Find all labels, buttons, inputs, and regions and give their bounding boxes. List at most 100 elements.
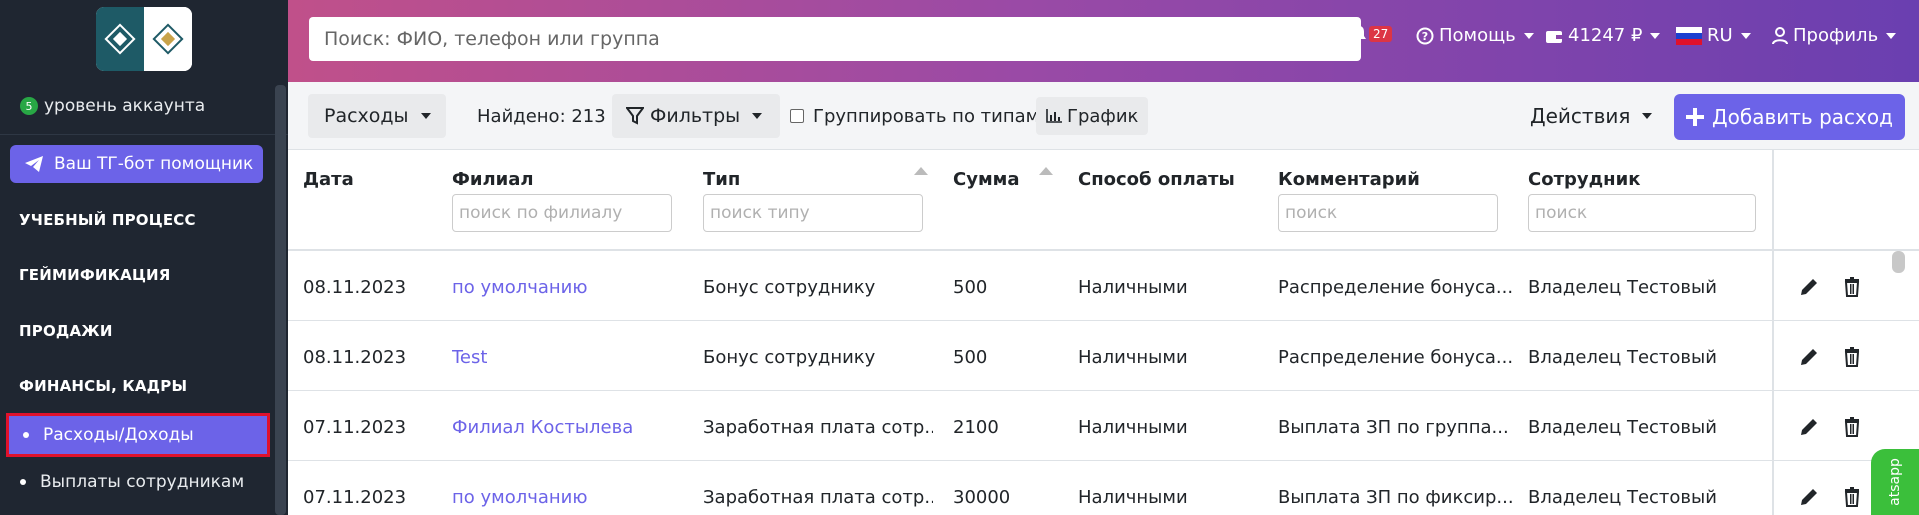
language-menu[interactable]: RU [1676, 25, 1751, 46]
cell-type: Заработная плата сотр... [703, 417, 933, 438]
language-label: RU [1707, 25, 1733, 46]
group-by-types-toggle[interactable]: Группировать по типам [790, 94, 1039, 138]
column-header-payment-method[interactable]: Способ оплаты [1078, 169, 1235, 190]
notifications-count: 27 [1369, 26, 1393, 42]
cell-comment: Распределение бонуса... [1278, 347, 1513, 368]
whatsapp-widget[interactable]: atsapp [1871, 449, 1919, 515]
trash-icon[interactable] [1840, 485, 1864, 509]
table-row[interactable]: 07.11.2023 Филиал Костылева Заработная п… [288, 391, 1919, 461]
cell-branch-link[interactable]: по умолчанию [452, 277, 588, 298]
account-level-label: уровень аккаунта [44, 96, 206, 116]
pencil-icon[interactable] [1797, 485, 1821, 509]
svg-text:?: ? [1422, 30, 1428, 43]
cell-type: Бонус сотруднику [703, 277, 876, 298]
cell-amount: 2100 [953, 417, 999, 438]
sidebar-item-label: Расходы/Доходы [43, 425, 194, 445]
sort-arrow-icon[interactable] [1039, 167, 1053, 175]
tg-bot-button[interactable]: Ваш ТГ-бот помощник [10, 145, 263, 183]
balance-menu[interactable]: 41247 ₽ [1545, 25, 1661, 46]
column-header-type[interactable]: Тип [703, 169, 740, 190]
table-row[interactable]: 08.11.2023 по умолчанию Бонус сотруднику… [288, 251, 1919, 321]
cell-payment-method: Наличными [1078, 487, 1188, 508]
cell-comment: Выплата ЗП по фиксир... [1278, 487, 1513, 508]
actions-label: Действия [1530, 104, 1631, 128]
bullet-icon [20, 479, 26, 485]
top-bar: 27 ? Помощь 41247 ₽ RU Профиль [288, 0, 1919, 82]
chevron-down-icon [1650, 32, 1661, 39]
sidebar-section-finance[interactable]: ФИНАНСЫ, КАДРЫ [19, 377, 187, 395]
found-count: Найдено: 213 [477, 106, 606, 127]
bullet-icon [23, 432, 29, 438]
table-row[interactable]: 07.11.2023 по умолчанию Заработная плата… [288, 461, 1919, 515]
chart-button[interactable]: График [1036, 97, 1149, 135]
cell-branch-link[interactable]: Филиал Костылева [452, 417, 633, 438]
search-input[interactable] [309, 17, 1361, 61]
sidebar-section-learning[interactable]: УЧЕБНЫЙ ПРОЦЕСС [19, 211, 196, 229]
sidebar-divider [0, 134, 288, 135]
cell-date: 08.11.2023 [303, 347, 407, 368]
sidebar-item-label: Выплаты сотрудникам [40, 472, 245, 492]
mode-label: Расходы [324, 105, 409, 127]
bell-icon [1352, 26, 1366, 43]
table-row[interactable]: 08.11.2023 Test Бонус сотруднику 500 Нал… [288, 321, 1919, 391]
filters-dropdown[interactable]: Фильтры [612, 94, 780, 138]
add-expense-button[interactable]: Добавить расход [1674, 94, 1905, 140]
expenses-table: Дата Филиал Тип Сумма Способ оплаты Комм… [288, 150, 1919, 515]
account-level-badge: 5 [20, 97, 38, 115]
chevron-down-icon [420, 113, 431, 119]
logo-mark-dark [96, 7, 144, 71]
column-header-comment[interactable]: Комментарий [1278, 169, 1420, 190]
type-filter-input[interactable] [703, 194, 923, 232]
trash-icon[interactable] [1840, 345, 1864, 369]
cell-branch-link[interactable]: по умолчанию [452, 487, 588, 508]
trash-icon[interactable] [1840, 415, 1864, 439]
filter-icon [626, 107, 644, 125]
employee-filter-input[interactable] [1528, 194, 1756, 232]
trash-icon[interactable] [1840, 275, 1864, 299]
wallet-icon [1546, 30, 1562, 43]
pencil-icon[interactable] [1797, 345, 1821, 369]
russia-flag-icon [1676, 26, 1702, 45]
profile-menu[interactable]: Профиль [1772, 25, 1897, 46]
pencil-icon[interactable] [1797, 415, 1821, 439]
table-scrollbar[interactable] [1892, 251, 1905, 273]
sidebar-section-gamification[interactable]: ГЕЙМИФИКАЦИЯ [19, 266, 171, 284]
sidebar-scrollbar[interactable] [275, 85, 286, 515]
notifications-button[interactable]: 27 [1350, 25, 1393, 43]
branch-filter-input[interactable] [452, 194, 672, 232]
column-header-amount[interactable]: Сумма [953, 169, 1020, 190]
cell-type: Бонус сотруднику [703, 347, 876, 368]
group-by-types-checkbox[interactable] [790, 109, 804, 123]
account-level[interactable]: 5 уровень аккаунта [20, 96, 205, 116]
mode-dropdown[interactable]: Расходы [308, 94, 446, 138]
sidebar-item-staff-payments[interactable]: Выплаты сотрудникам [6, 460, 270, 504]
sidebar-item-expenses-income[interactable]: Расходы/Доходы [6, 413, 270, 457]
help-menu[interactable]: ? Помощь [1416, 25, 1534, 46]
comment-filter-input[interactable] [1278, 194, 1498, 232]
pencil-icon[interactable] [1797, 275, 1821, 299]
logo-mark-light [144, 7, 192, 71]
group-by-types-label: Группировать по типам [813, 105, 1040, 127]
cell-amount: 500 [953, 347, 988, 368]
help-label: Помощь [1439, 25, 1516, 46]
chart-label: График [1067, 105, 1139, 127]
company-logo[interactable] [96, 7, 192, 71]
column-header-branch[interactable]: Филиал [452, 169, 534, 190]
plus-icon [1686, 108, 1705, 126]
cell-branch-link[interactable]: Test [452, 347, 487, 368]
actions-dropdown[interactable]: Действия [1530, 94, 1653, 138]
column-header-employee[interactable]: Сотрудник [1528, 169, 1640, 190]
add-expense-label: Добавить расход [1712, 105, 1893, 129]
cell-employee: Владелец Тестовый [1528, 417, 1717, 438]
question-circle-icon: ? [1416, 27, 1434, 44]
cell-type: Заработная плата сотр... [703, 487, 933, 508]
chevron-down-icon [1523, 32, 1534, 39]
cell-amount: 30000 [953, 487, 1011, 508]
sidebar-section-sales[interactable]: ПРОДАЖИ [19, 322, 113, 340]
chevron-down-icon [1740, 32, 1751, 39]
sort-arrow-icon[interactable] [914, 167, 928, 175]
chevron-down-icon [1886, 32, 1897, 39]
cell-date: 07.11.2023 [303, 417, 407, 438]
user-icon [1772, 26, 1788, 44]
column-header-date[interactable]: Дата [303, 169, 354, 190]
